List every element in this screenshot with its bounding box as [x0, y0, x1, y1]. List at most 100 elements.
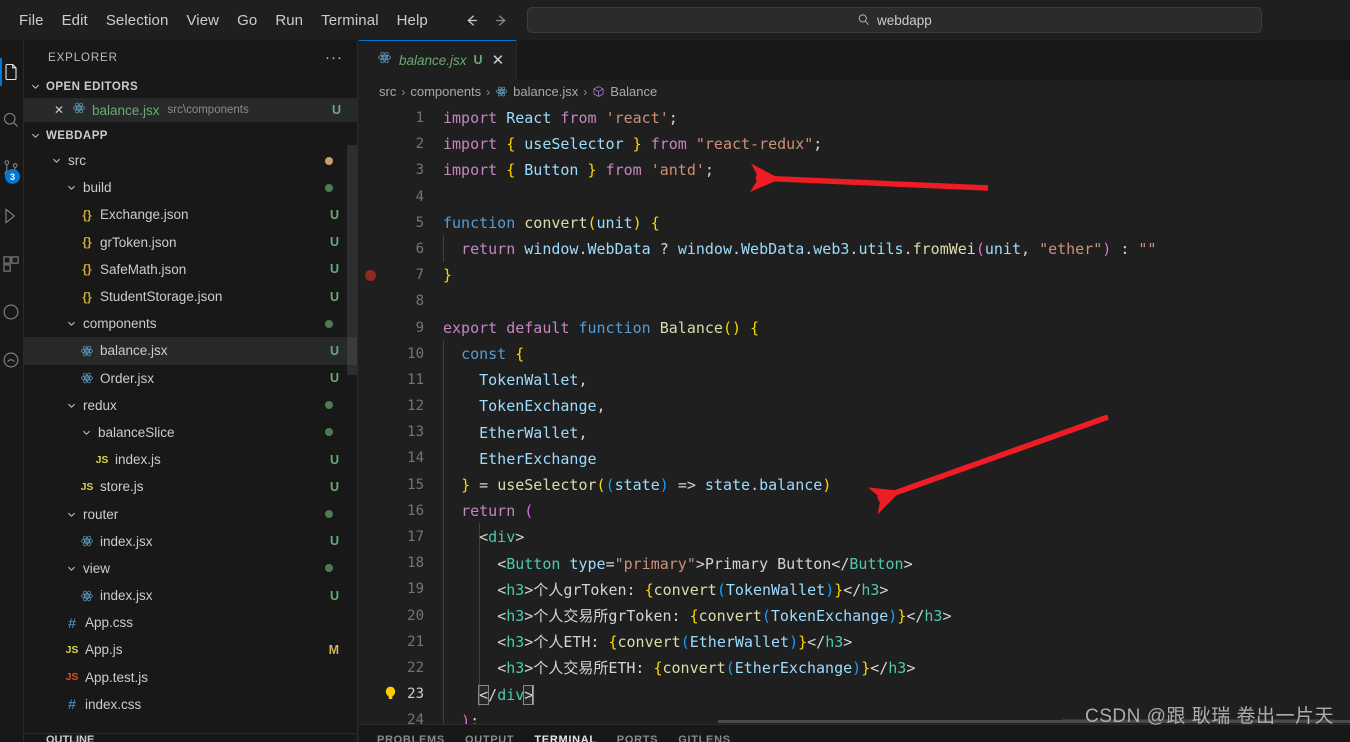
section-workspace[interactable]: WEBDAPP [24, 124, 357, 147]
tree-item-grtoken-json[interactable]: {} grToken.json U [24, 229, 357, 256]
sidebar-scrollbar[interactable] [347, 145, 357, 375]
line-number[interactable]: 21 [359, 629, 443, 655]
menu-run[interactable]: Run [266, 8, 312, 33]
breakpoint-icon[interactable] [365, 270, 376, 282]
line-number[interactable]: 3 [359, 157, 443, 183]
tree-item-studentstorage-json[interactable]: {} StudentStorage.json U [24, 283, 357, 310]
code-line[interactable]: 4 [359, 184, 1350, 210]
tree-item-redux[interactable]: redux [24, 392, 357, 419]
sidebar-more-actions[interactable]: ··· [325, 50, 343, 65]
code-line[interactable]: 1 import React from 'react'; [359, 105, 1350, 131]
tree-item-components[interactable]: components [24, 310, 357, 337]
activity-source-control[interactable]: 3 [0, 144, 24, 192]
breadcrumb-item-balance-symbol[interactable]: Balance [592, 84, 657, 99]
line-number[interactable]: 20 [359, 603, 443, 629]
line-number[interactable]: 19 [359, 576, 443, 602]
tree-item-view[interactable]: view [24, 555, 357, 582]
tree-item-balance-jsx[interactable]: balance.jsx U [24, 337, 357, 365]
close-icon[interactable]: ✕ [492, 51, 505, 69]
section-outline[interactable]: OUTLINE [24, 733, 357, 742]
tree-item-safemath-json[interactable]: {} SafeMath.json U [24, 256, 357, 283]
line-number[interactable]: 12 [359, 393, 443, 419]
breadcrumb-item-src[interactable]: src [379, 84, 396, 99]
activity-run-debug[interactable] [0, 192, 24, 240]
code-line[interactable]: 8 [359, 288, 1350, 314]
code-line[interactable]: 21 <h3>个人ETH: {convert(EtherWallet)}</h3… [359, 628, 1350, 655]
activity-search[interactable] [0, 96, 24, 144]
code-line[interactable]: 23 </div> [359, 680, 1350, 707]
activity-explorer[interactable] [0, 48, 24, 96]
code-line[interactable]: 7} [359, 262, 1350, 288]
tree-item-app-js[interactable]: JS App.js M [24, 636, 357, 663]
line-number[interactable]: 4 [359, 184, 443, 210]
panel-tab-output[interactable]: OUTPUT [465, 734, 514, 742]
open-editor-item-balance[interactable]: ✕ balance.jsx src\components U [24, 98, 357, 122]
activity-testing[interactable] [0, 288, 24, 336]
code-line[interactable]: 13 EtherWallet, [359, 418, 1350, 445]
line-number[interactable]: 18 [359, 550, 443, 576]
panel-tab-gitlens[interactable]: GITLENS [678, 734, 731, 742]
line-number[interactable]: 22 [359, 655, 443, 681]
code-line[interactable]: 9 export default function Balance() { [359, 315, 1350, 341]
code-line[interactable]: 10 const { [359, 340, 1350, 367]
menu-help[interactable]: Help [388, 8, 437, 33]
code-line[interactable]: 15 } = useSelector((state) => state.bala… [359, 471, 1350, 498]
panel-tab-problems[interactable]: PROBLEMS [377, 734, 445, 742]
line-number[interactable]: 7 [359, 262, 443, 288]
panel-tab-ports[interactable]: PORTS [617, 734, 658, 742]
tree-item-index-jsx[interactable]: index.jsx U [24, 582, 357, 609]
code-line[interactable]: 5 function convert(unit) { [359, 210, 1350, 236]
activity-extensions[interactable] [0, 240, 24, 288]
code-editor[interactable]: 1 import React from 'react'; 2 import { use… [359, 103, 1350, 742]
line-number[interactable]: 10 [359, 341, 443, 367]
tree-item-index-jsx[interactable]: index.jsx U [24, 528, 357, 555]
code-line[interactable]: 18 <Button type="primary">Primary Button… [359, 549, 1350, 576]
breadcrumb-item-components[interactable]: components [410, 84, 481, 99]
menu-selection[interactable]: Selection [97, 8, 178, 33]
tree-item-index-css[interactable]: # index.css [24, 691, 357, 718]
tree-item-order-jsx[interactable]: Order.jsx U [24, 365, 357, 392]
menu-view[interactable]: View [177, 8, 228, 33]
menu-terminal[interactable]: Terminal [312, 8, 387, 33]
menu-file[interactable]: File [10, 8, 53, 33]
line-number[interactable]: 5 [359, 210, 443, 236]
line-number[interactable]: 17 [359, 524, 443, 550]
code-line[interactable]: 6 return window.WebData ? window.WebData… [359, 235, 1350, 262]
editor-tab-balance-jsx[interactable]: balance.jsx U ✕ [359, 40, 518, 80]
activity-remote[interactable] [0, 336, 24, 384]
back-button[interactable] [459, 7, 485, 33]
code-line[interactable]: 14 EtherExchange [359, 444, 1350, 472]
section-open-editors[interactable]: OPEN EDITORS [24, 75, 357, 98]
code-line[interactable]: 16 return ( [359, 497, 1350, 524]
menu-go[interactable]: Go [228, 8, 266, 33]
tree-item-app-css[interactable]: # App.css [24, 609, 357, 636]
panel-tab-terminal[interactable]: TERMINAL [534, 734, 596, 742]
line-number[interactable]: 9 [359, 315, 443, 341]
line-number[interactable]: 11 [359, 367, 443, 393]
line-number[interactable]: 14 [359, 445, 443, 471]
scrollbar-thumb[interactable] [718, 720, 1350, 723]
menu-edit[interactable]: Edit [53, 8, 97, 33]
code-line[interactable]: 12 TokenExchange, [359, 392, 1350, 419]
tree-item-router[interactable]: router [24, 500, 357, 527]
line-number[interactable]: 8 [359, 288, 443, 314]
tree-item-src[interactable]: src [24, 147, 357, 174]
tree-item-app-test-js[interactable]: JS App.test.js [24, 664, 357, 691]
line-number[interactable]: 6 [359, 236, 443, 262]
breadcrumb-item-balance-jsx[interactable]: balance.jsx [495, 84, 578, 99]
code-line[interactable]: 11 TokenWallet, [359, 366, 1350, 393]
code-line[interactable]: 2 import { useSelector } from "react-redu… [359, 131, 1350, 157]
tree-item-index-js[interactable]: JS index.js U [24, 446, 357, 473]
tree-item-build[interactable]: build [24, 174, 357, 201]
close-icon[interactable]: ✕ [52, 103, 66, 117]
line-number[interactable]: 23 [359, 681, 443, 707]
search-input[interactable]: webdapp [526, 7, 1262, 33]
code-line[interactable]: 17 <div> [359, 523, 1350, 550]
code-line[interactable]: 19 <h3>个人grToken: {convert(TokenWallet)}… [359, 575, 1350, 602]
forward-button[interactable] [489, 7, 515, 33]
line-number[interactable]: 16 [359, 498, 443, 524]
code-line[interactable]: 20 <h3>个人交易所grToken: {convert(TokenExcha… [359, 601, 1350, 629]
tree-item-balanceslice[interactable]: balanceSlice [24, 419, 357, 446]
line-number[interactable]: 13 [359, 419, 443, 445]
code-line[interactable]: 3 import { Button } from 'antd'; [359, 157, 1350, 183]
